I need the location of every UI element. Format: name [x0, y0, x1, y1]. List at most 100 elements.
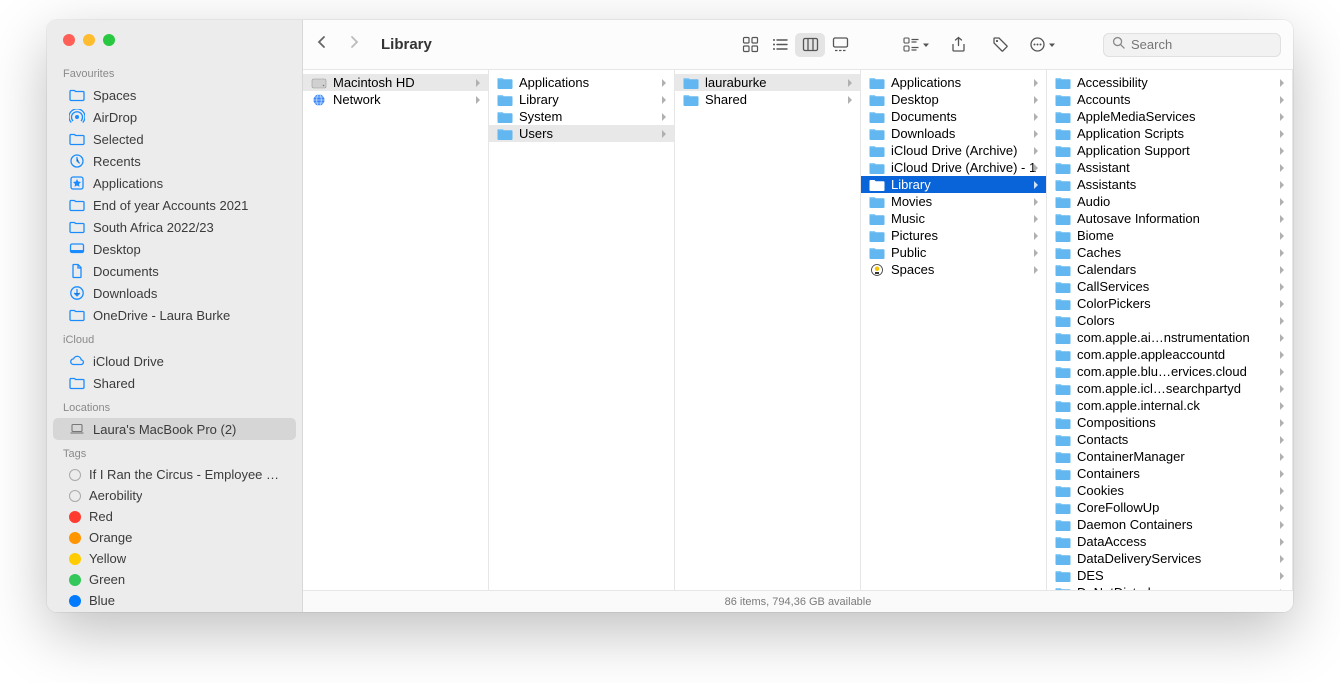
forward-button[interactable]	[347, 35, 361, 54]
file-row[interactable]: com.apple.ai…nstrumentation	[1047, 329, 1292, 346]
file-row[interactable]: Accounts	[1047, 91, 1292, 108]
file-row[interactable]: Assistant	[1047, 159, 1292, 176]
sidebar-item[interactable]: Selected	[53, 128, 296, 150]
sidebar-item[interactable]: End of year Accounts 2021	[53, 194, 296, 216]
file-row[interactable]: Accessibility	[1047, 74, 1292, 91]
sidebar-item-label: Selected	[93, 132, 144, 147]
file-row[interactable]: Documents	[861, 108, 1046, 125]
sidebar-tag[interactable]: Blue	[53, 590, 296, 611]
file-row[interactable]: Application Scripts	[1047, 125, 1292, 142]
file-row[interactable]: com.apple.internal.ck	[1047, 397, 1292, 414]
chevron-right-icon	[1278, 283, 1286, 291]
sidebar-item[interactable]: Downloads	[53, 282, 296, 304]
file-row-label: Application Support	[1077, 143, 1284, 158]
sidebar-tag[interactable]: Aerobility	[53, 485, 296, 506]
sidebar-item[interactable]: Laura's MacBook Pro (2)	[53, 418, 296, 440]
sidebar-item[interactable]: Applications	[53, 172, 296, 194]
file-row[interactable]: DES	[1047, 567, 1292, 584]
file-row[interactable]: Audio	[1047, 193, 1292, 210]
file-row[interactable]: com.apple.icl…searchpartyd	[1047, 380, 1292, 397]
file-row[interactable]: Applications	[861, 74, 1046, 91]
file-row[interactable]: Library	[489, 91, 674, 108]
share-button[interactable]	[943, 33, 973, 57]
file-row[interactable]: Movies	[861, 193, 1046, 210]
sidebar-item[interactable]: OneDrive - Laura Burke	[53, 304, 296, 326]
close-button[interactable]	[63, 34, 75, 46]
sidebar-item[interactable]: AirDrop	[53, 106, 296, 128]
minimize-button[interactable]	[83, 34, 95, 46]
sidebar-tag[interactable]: Orange	[53, 527, 296, 548]
file-row[interactable]: Calendars	[1047, 261, 1292, 278]
file-row[interactable]: Contacts	[1047, 431, 1292, 448]
file-row[interactable]: ContainerManager	[1047, 448, 1292, 465]
sidebar-tag[interactable]: Yellow	[53, 548, 296, 569]
file-row[interactable]: Macintosh HD	[303, 74, 488, 91]
search-input[interactable]	[1131, 37, 1272, 52]
group-button[interactable]	[901, 33, 931, 57]
actions-button[interactable]	[1027, 33, 1057, 57]
chevron-right-icon	[1278, 555, 1286, 563]
file-row[interactable]: Pictures	[861, 227, 1046, 244]
file-row[interactable]: Applications	[489, 74, 674, 91]
file-row[interactable]: com.apple.blu…ervices.cloud	[1047, 363, 1292, 380]
file-row[interactable]: iCloud Drive (Archive) - 1	[861, 159, 1046, 176]
file-row[interactable]: Users	[489, 125, 674, 142]
maximize-button[interactable]	[103, 34, 115, 46]
list-view-button[interactable]	[765, 33, 795, 57]
file-row[interactable]: System	[489, 108, 674, 125]
file-row-label: iCloud Drive (Archive) - 1	[891, 160, 1038, 175]
sidebar-item[interactable]: Recents	[53, 150, 296, 172]
file-row[interactable]: ColorPickers	[1047, 295, 1292, 312]
sidebar-item[interactable]: Documents	[53, 260, 296, 282]
file-row[interactable]: Biome	[1047, 227, 1292, 244]
file-row[interactable]: Colors	[1047, 312, 1292, 329]
sidebar-tag[interactable]: If I Ran the Circus - Employee brainstor…	[53, 464, 296, 485]
file-row[interactable]: Containers	[1047, 465, 1292, 482]
file-row[interactable]: AppleMediaServices	[1047, 108, 1292, 125]
chevron-right-icon	[1278, 487, 1286, 495]
file-row[interactable]: Caches	[1047, 244, 1292, 261]
sidebar-item[interactable]: iCloud Drive	[53, 350, 296, 372]
file-row[interactable]: CallServices	[1047, 278, 1292, 295]
tags-button[interactable]	[985, 33, 1015, 57]
file-row[interactable]: Spaces	[861, 261, 1046, 278]
file-row[interactable]: DoNotDisturb	[1047, 584, 1292, 590]
sidebar-tag[interactable]: Red	[53, 506, 296, 527]
sidebar-item[interactable]: Spaces	[53, 84, 296, 106]
file-row[interactable]: Daemon Containers	[1047, 516, 1292, 533]
column-2[interactable]: lauraburkeShared	[675, 70, 861, 590]
file-row[interactable]: Library	[861, 176, 1046, 193]
sidebar-tag[interactable]: Green	[53, 569, 296, 590]
file-row[interactable]: Autosave Information	[1047, 210, 1292, 227]
file-row[interactable]: Public	[861, 244, 1046, 261]
column-0[interactable]: Macintosh HDNetwork	[303, 70, 489, 590]
file-row[interactable]: DataAccess	[1047, 533, 1292, 550]
column-1[interactable]: ApplicationsLibrarySystemUsers	[489, 70, 675, 590]
file-row[interactable]: Assistants	[1047, 176, 1292, 193]
column-3[interactable]: ApplicationsDesktopDocumentsDownloadsiCl…	[861, 70, 1047, 590]
file-row[interactable]: lauraburke	[675, 74, 860, 91]
icon-view-button[interactable]	[735, 33, 765, 57]
file-row[interactable]: Network	[303, 91, 488, 108]
column-4[interactable]: AccessibilityAccountsAppleMediaServicesA…	[1047, 70, 1293, 590]
back-button[interactable]	[315, 35, 329, 54]
file-row[interactable]: Downloads	[861, 125, 1046, 142]
gallery-view-button[interactable]	[825, 33, 855, 57]
column-view-button[interactable]	[795, 33, 825, 57]
folder-icon	[869, 76, 885, 90]
file-row[interactable]: iCloud Drive (Archive)	[861, 142, 1046, 159]
file-row[interactable]: Compositions	[1047, 414, 1292, 431]
folder-icon	[1055, 110, 1071, 124]
file-row[interactable]: Cookies	[1047, 482, 1292, 499]
file-row[interactable]: Desktop	[861, 91, 1046, 108]
search-field[interactable]	[1103, 33, 1281, 57]
sidebar-item[interactable]: South Africa 2022/23	[53, 216, 296, 238]
file-row[interactable]: DataDeliveryServices	[1047, 550, 1292, 567]
file-row[interactable]: Application Support	[1047, 142, 1292, 159]
sidebar-item[interactable]: Desktop	[53, 238, 296, 260]
file-row[interactable]: com.apple.appleaccountd	[1047, 346, 1292, 363]
file-row[interactable]: CoreFollowUp	[1047, 499, 1292, 516]
file-row[interactable]: Shared	[675, 91, 860, 108]
file-row[interactable]: Music	[861, 210, 1046, 227]
sidebar-item[interactable]: Shared	[53, 372, 296, 394]
